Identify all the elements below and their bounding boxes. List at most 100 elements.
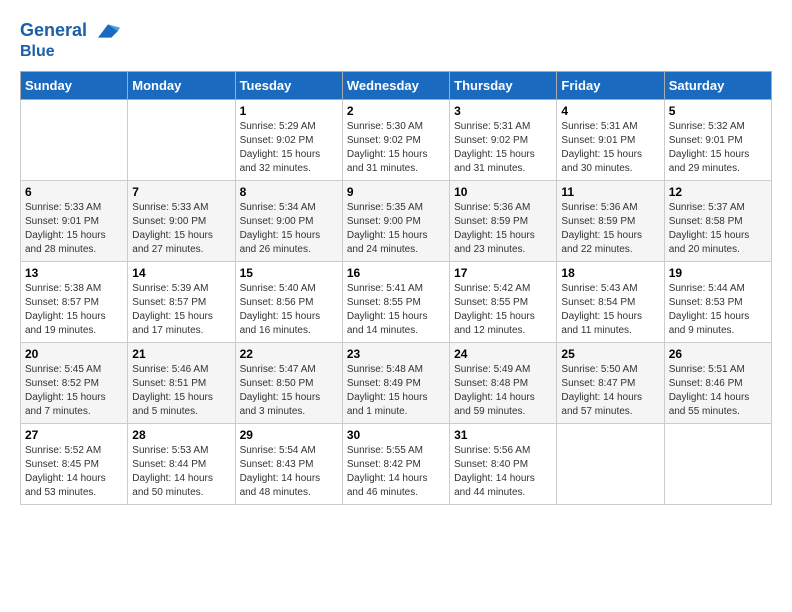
calendar-table: SundayMondayTuesdayWednesdayThursdayFrid…	[20, 71, 772, 505]
calendar-cell: 27Sunrise: 5:52 AMSunset: 8:45 PMDayligh…	[21, 423, 128, 504]
calendar-week-row: 13 Sunrise: 5:38 AMSunset: 8:57 PMDayligh…	[21, 261, 772, 342]
day-number: 14	[132, 266, 230, 280]
day-info: Sunrise: 5:41 AMSunset: 8:55 PMDaylight:…	[347, 282, 445, 338]
calendar-cell: 21 Sunrise: 5:46 AMSunset: 8:51 PMDayligh…	[128, 342, 235, 423]
calendar-cell: 9 Sunrise: 5:35 AMSunset: 9:00 PMDaylight…	[342, 180, 449, 261]
day-number: 21	[132, 347, 230, 361]
weekday-header: Saturday	[664, 71, 771, 99]
calendar-cell: 30 Sunrise: 5:55 AMSunset: 8:42 PMDayligh…	[342, 423, 449, 504]
day-info: Sunrise: 5:34 AMSunset: 9:00 PMDaylight:…	[240, 201, 338, 257]
calendar-cell	[557, 423, 664, 504]
day-info: Sunrise: 5:51 AMSunset: 8:46 PMDaylight:…	[669, 363, 767, 419]
day-number: 23	[347, 347, 445, 361]
day-number: 2	[347, 104, 445, 118]
calendar-week-row: 20 Sunrise: 5:45 AMSunset: 8:52 PMDayligh…	[21, 342, 772, 423]
day-info: Sunrise: 5:40 AMSunset: 8:56 PMDaylight:…	[240, 282, 338, 338]
day-info: Sunrise: 5:54 AMSunset: 8:43 PMDaylight:…	[240, 444, 338, 500]
calendar-cell: 16 Sunrise: 5:41 AMSunset: 8:55 PMDayligh…	[342, 261, 449, 342]
day-info: Sunrise: 5:39 AMSunset: 8:57 PMDaylight:…	[132, 282, 230, 338]
day-number: 6	[25, 185, 123, 199]
calendar-cell: 26 Sunrise: 5:51 AMSunset: 8:46 PMDayligh…	[664, 342, 771, 423]
weekday-header: Thursday	[450, 71, 557, 99]
day-number: 15	[240, 266, 338, 280]
day-number: 25	[561, 347, 659, 361]
calendar-cell: 20 Sunrise: 5:45 AMSunset: 8:52 PMDayligh…	[21, 342, 128, 423]
day-info: Sunrise: 5:46 AMSunset: 8:51 PMDaylight:…	[132, 363, 230, 419]
day-number: 31	[454, 428, 552, 442]
weekday-header: Wednesday	[342, 71, 449, 99]
day-info: Sunrise: 5:45 AMSunset: 8:52 PMDaylight:…	[25, 363, 123, 419]
day-info: Sunrise: 5:33 AMSunset: 9:00 PMDaylight:…	[132, 201, 230, 257]
calendar-cell: 11 Sunrise: 5:36 AMSunset: 8:59 PMDayligh…	[557, 180, 664, 261]
page-header: General Blue	[20, 20, 772, 61]
logo-text: General	[20, 20, 122, 42]
day-info: Sunrise: 5:29 AMSunset: 9:02 PMDaylight:…	[240, 120, 338, 176]
day-info: Sunrise: 5:32 AMSunset: 9:01 PMDaylight:…	[669, 120, 767, 176]
day-info: Sunrise: 5:50 AMSunset: 8:47 PMDaylight:…	[561, 363, 659, 419]
calendar-cell: 28 Sunrise: 5:53 AMSunset: 8:44 PMDayligh…	[128, 423, 235, 504]
weekday-header: Monday	[128, 71, 235, 99]
weekday-header: Friday	[557, 71, 664, 99]
day-number: 4	[561, 104, 659, 118]
day-number: 1	[240, 104, 338, 118]
calendar-cell: 17Sunrise: 5:42 AMSunset: 8:55 PMDayligh…	[450, 261, 557, 342]
calendar-cell: 18 Sunrise: 5:43 AMSunset: 8:54 PMDayligh…	[557, 261, 664, 342]
day-info: Sunrise: 5:38 AMSunset: 8:57 PMDaylight:…	[25, 282, 123, 338]
day-number: 13	[25, 266, 123, 280]
calendar-cell	[128, 99, 235, 180]
day-info: Sunrise: 5:31 AMSunset: 9:01 PMDaylight:…	[561, 120, 659, 176]
day-number: 26	[669, 347, 767, 361]
calendar-cell	[21, 99, 128, 180]
day-info: Sunrise: 5:37 AMSunset: 8:58 PMDaylight:…	[669, 201, 767, 257]
day-info: Sunrise: 5:47 AMSunset: 8:50 PMDaylight:…	[240, 363, 338, 419]
day-number: 12	[669, 185, 767, 199]
day-info: Sunrise: 5:44 AMSunset: 8:53 PMDaylight:…	[669, 282, 767, 338]
day-info: Sunrise: 5:33 AMSunset: 9:01 PMDaylight:…	[25, 201, 123, 257]
day-info: Sunrise: 5:35 AMSunset: 9:00 PMDaylight:…	[347, 201, 445, 257]
calendar-cell: 13 Sunrise: 5:38 AMSunset: 8:57 PMDayligh…	[21, 261, 128, 342]
calendar-cell: 31Sunrise: 5:56 AMSunset: 8:40 PMDayligh…	[450, 423, 557, 504]
day-number: 8	[240, 185, 338, 199]
day-info: Sunrise: 5:55 AMSunset: 8:42 PMDaylight:…	[347, 444, 445, 500]
day-info: Sunrise: 5:31 AMSunset: 9:02 PMDaylight:…	[454, 120, 552, 176]
day-info: Sunrise: 5:53 AMSunset: 8:44 PMDaylight:…	[132, 444, 230, 500]
calendar-cell	[664, 423, 771, 504]
day-number: 22	[240, 347, 338, 361]
day-number: 9	[347, 185, 445, 199]
logo: General Blue	[20, 20, 122, 61]
calendar-week-row: 6 Sunrise: 5:33 AMSunset: 9:01 PMDaylight…	[21, 180, 772, 261]
calendar-cell: 22 Sunrise: 5:47 AMSunset: 8:50 PMDayligh…	[235, 342, 342, 423]
day-number: 29	[240, 428, 338, 442]
day-number: 28	[132, 428, 230, 442]
weekday-header: Sunday	[21, 71, 128, 99]
day-number: 3	[454, 104, 552, 118]
day-info: Sunrise: 5:36 AMSunset: 8:59 PMDaylight:…	[561, 201, 659, 257]
calendar-cell: 8 Sunrise: 5:34 AMSunset: 9:00 PMDaylight…	[235, 180, 342, 261]
day-number: 17	[454, 266, 552, 280]
calendar-cell: 3 Sunrise: 5:31 AMSunset: 9:02 PMDaylight…	[450, 99, 557, 180]
day-number: 30	[347, 428, 445, 442]
calendar-cell: 23 Sunrise: 5:48 AMSunset: 8:49 PMDayligh…	[342, 342, 449, 423]
calendar-cell: 24 Sunrise: 5:49 AMSunset: 8:48 PMDayligh…	[450, 342, 557, 423]
calendar-header-row: SundayMondayTuesdayWednesdayThursdayFrid…	[21, 71, 772, 99]
day-info: Sunrise: 5:49 AMSunset: 8:48 PMDaylight:…	[454, 363, 552, 419]
day-number: 5	[669, 104, 767, 118]
day-info: Sunrise: 5:48 AMSunset: 8:49 PMDaylight:…	[347, 363, 445, 419]
day-info: Sunrise: 5:43 AMSunset: 8:54 PMDaylight:…	[561, 282, 659, 338]
calendar-week-row: 27Sunrise: 5:52 AMSunset: 8:45 PMDayligh…	[21, 423, 772, 504]
calendar-cell: 12 Sunrise: 5:37 AMSunset: 8:58 PMDayligh…	[664, 180, 771, 261]
calendar-cell: 19 Sunrise: 5:44 AMSunset: 8:53 PMDayligh…	[664, 261, 771, 342]
day-number: 19	[669, 266, 767, 280]
calendar-cell: 2 Sunrise: 5:30 AMSunset: 9:02 PMDaylight…	[342, 99, 449, 180]
calendar-cell: 4 Sunrise: 5:31 AMSunset: 9:01 PMDaylight…	[557, 99, 664, 180]
day-number: 11	[561, 185, 659, 199]
day-info: Sunrise: 5:52 AMSunset: 8:45 PMDaylight:…	[25, 444, 123, 500]
day-info: Sunrise: 5:30 AMSunset: 9:02 PMDaylight:…	[347, 120, 445, 176]
day-number: 16	[347, 266, 445, 280]
calendar-cell: 29 Sunrise: 5:54 AMSunset: 8:43 PMDayligh…	[235, 423, 342, 504]
day-number: 20	[25, 347, 123, 361]
day-number: 7	[132, 185, 230, 199]
day-number: 18	[561, 266, 659, 280]
day-number: 24	[454, 347, 552, 361]
calendar-cell: 25 Sunrise: 5:50 AMSunset: 8:47 PMDayligh…	[557, 342, 664, 423]
